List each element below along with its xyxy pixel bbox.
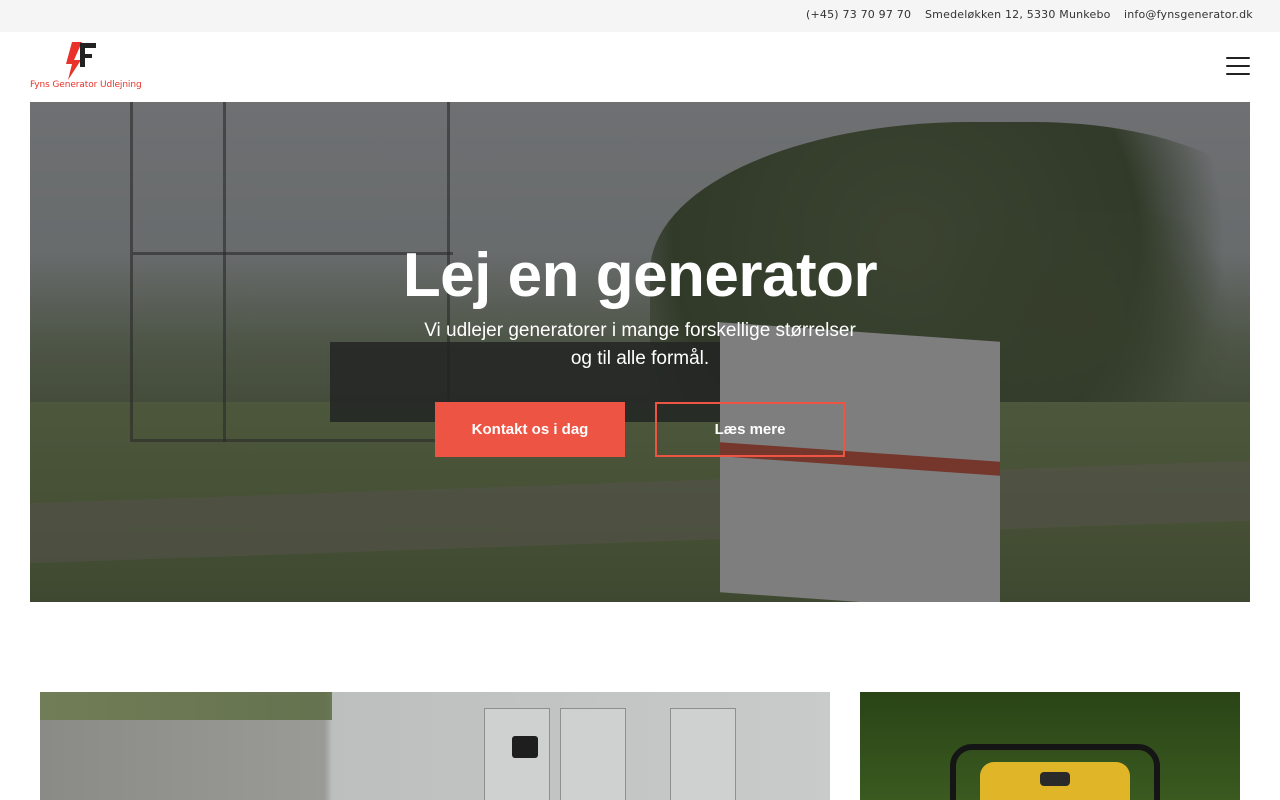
generator-image-card-large[interactable] xyxy=(40,692,830,800)
hero-subtitle-line-2: og til alle formål. xyxy=(570,348,710,369)
email-link[interactable]: info@fynsgenerator.dk xyxy=(1124,8,1253,21)
read-more-button[interactable]: Læs mere xyxy=(655,402,845,457)
hero-subtitle-line-1: Vi udlejer generatorer i mange forskelli… xyxy=(424,320,856,341)
contact-us-button[interactable]: Kontakt os i dag xyxy=(435,402,625,457)
hamburger-menu-icon[interactable] xyxy=(1224,54,1252,78)
address-text: Smedeløkken 12, 5330 Munkebo xyxy=(925,8,1111,21)
generator-image-card-small[interactable] xyxy=(860,692,1240,800)
phone-link[interactable]: (+45) 73 70 97 70 xyxy=(806,8,911,21)
top-contact-bar: (+45) 73 70 97 70 Smedeløkken 12, 5330 M… xyxy=(0,0,1280,32)
logo-text: Fyns Generator Udlejning xyxy=(30,80,142,90)
site-logo[interactable]: Fyns Generator Udlejning xyxy=(30,42,142,94)
hero-banner: Lej en generator Vi udlejer generatorer … xyxy=(30,102,1250,602)
site-header: Fyns Generator Udlejning xyxy=(0,32,1280,102)
lightning-f-logo-icon xyxy=(66,42,96,80)
hero-subtitle: Vi udlejer generatorer i mange forskelli… xyxy=(390,317,890,373)
hero-title: Lej en generator xyxy=(402,241,878,310)
